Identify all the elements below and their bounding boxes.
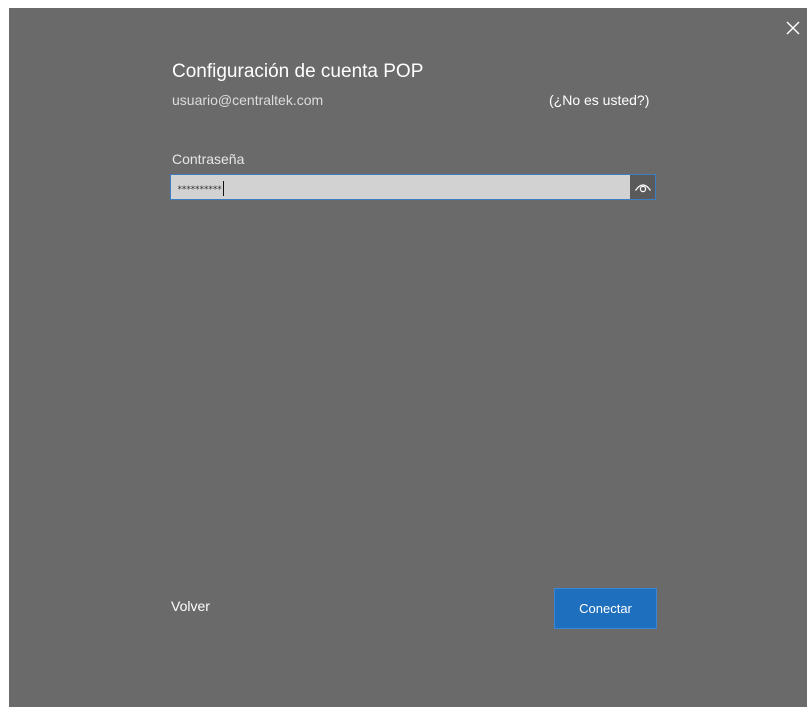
not-you-link[interactable]: (¿No es usted?) <box>549 92 649 108</box>
account-email: usuario@centraltek.com <box>172 92 324 108</box>
dialog-title: Configuración de cuenta POP <box>172 61 424 82</box>
password-field[interactable]: ********** <box>170 174 656 200</box>
eye-icon <box>634 184 651 193</box>
connect-button[interactable]: Conectar <box>554 588 657 629</box>
close-icon <box>786 21 800 35</box>
password-input[interactable] <box>171 175 627 199</box>
reveal-password-button[interactable] <box>630 175 655 199</box>
password-label: Contraseña <box>172 151 245 167</box>
back-link[interactable]: Volver <box>171 598 210 614</box>
close-button[interactable] <box>779 14 807 42</box>
pop-account-setup-dialog: Configuración de cuenta POP usuario@cent… <box>9 8 807 707</box>
